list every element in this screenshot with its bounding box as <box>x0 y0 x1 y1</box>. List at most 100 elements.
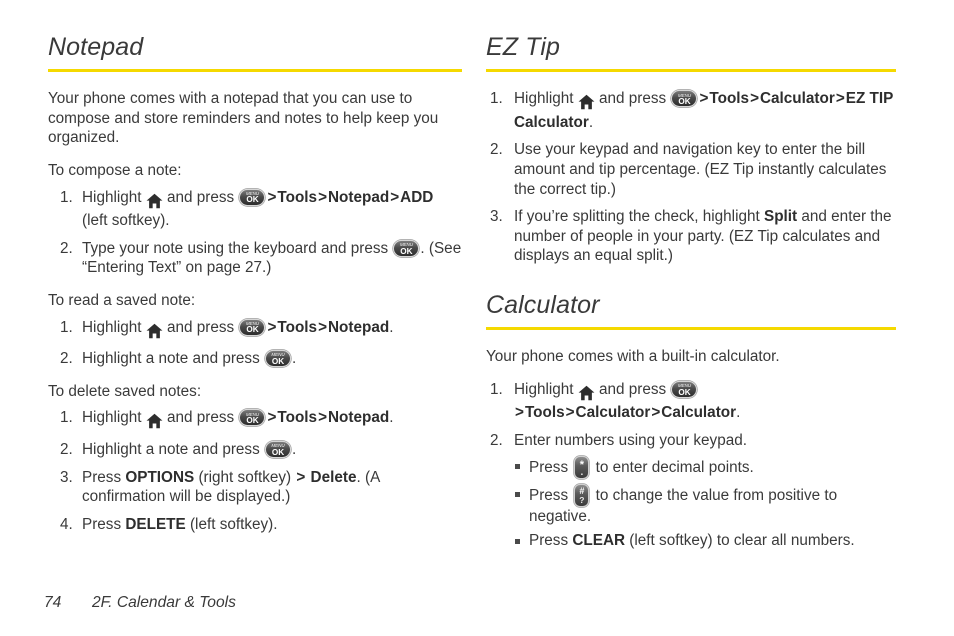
menu-separator: > <box>699 90 709 108</box>
text-run: (right softkey) <box>194 468 296 486</box>
text-run: . <box>588 113 594 131</box>
sub-list-item: Press CLEAR (left softkey) to clear all … <box>514 531 896 551</box>
page-title-ez-tip: EZ Tip <box>486 33 561 61</box>
text-run: Highlight <box>514 90 578 108</box>
list-item: Highlight and press MENU OK >Tools>Notepad… <box>48 188 462 231</box>
text-run: Highlight <box>82 188 146 206</box>
menu-ok-key-bottom-label: OK <box>400 246 413 256</box>
list-item: If you’re splitting the check, highlight… <box>486 207 896 266</box>
menu-ok-key-icon: MENU OK <box>264 350 291 368</box>
list-item: Highlight and press MENU OK >Tools>Calcula… <box>486 380 896 423</box>
text-run: Press <box>82 515 126 533</box>
emphasis-term: Delete <box>310 468 357 486</box>
emphasis-term: CLEAR <box>572 532 626 550</box>
emphasis-term: ADD <box>400 188 434 206</box>
menu-separator: > <box>318 188 327 206</box>
ez-tip-steps-list: Highlight and press MENU OK >Tools>Calcula… <box>486 89 896 266</box>
text-run: (left softkey) to clear all numbers. <box>625 532 855 550</box>
calculator-steps-list: Highlight and press MENU OK >Tools>Calcula… <box>486 380 896 551</box>
menu-ok-key-bottom-label: OK <box>246 195 259 205</box>
star-key-icon: *. <box>574 455 590 479</box>
text-run: Press <box>529 486 573 504</box>
page-title-calculator: Calculator <box>486 291 600 319</box>
menu-ok-key-icon: MENU OK <box>264 440 291 458</box>
text-run: . <box>736 404 741 422</box>
menu-ok-key-bottom-label: OK <box>246 416 259 426</box>
text-run: (left softkey). <box>82 212 170 230</box>
list-item: Highlight a note and press MENU OK. <box>48 440 462 460</box>
text-run: If you’re splitting the check, highlight <box>514 208 764 226</box>
list-item: Enter numbers using your keypad. Press *.… <box>486 431 896 551</box>
menu-ok-key-bottom-label: OK <box>678 387 691 397</box>
text-run: . <box>389 409 394 427</box>
read-lead-in: To read a saved note: <box>48 292 196 309</box>
emphasis-term: Tools <box>277 188 318 206</box>
menu-separator: > <box>390 188 400 206</box>
text-run: . <box>291 350 297 368</box>
menu-separator: > <box>318 318 327 336</box>
emphasis-term: Tools <box>524 404 565 422</box>
menu-ok-key-icon: MENU OK <box>239 409 266 427</box>
emphasis-term: Notepad <box>328 318 390 336</box>
menu-ok-key-bottom-label: OK <box>246 325 259 335</box>
list-item: Type your note using the keyboard and pr… <box>48 239 462 278</box>
page-title-notepad: Notepad <box>48 33 144 61</box>
menu-separator: > <box>267 318 277 336</box>
menu-separator: > <box>651 404 661 422</box>
emphasis-term: Tools <box>277 409 318 427</box>
emphasis-term: Notepad <box>328 188 390 206</box>
emphasis-term: Calculator <box>575 404 651 422</box>
emphasis-term: Tools <box>709 90 750 108</box>
menu-ok-key-icon: MENU OK <box>239 318 266 336</box>
text-run: Highlight a note and press <box>82 440 264 458</box>
list-item: Highlight and press MENU OK >Tools>Notepad… <box>48 318 462 342</box>
text-run: Highlight a note and press <box>82 350 264 368</box>
menu-ok-key-icon: MENU OK <box>393 239 420 257</box>
pound-key-bottom-label: ? <box>579 495 585 506</box>
menu-separator: > <box>835 90 845 108</box>
read-steps-list: Highlight and press MENU OK >Tools>Notepad… <box>48 318 462 369</box>
menu-separator: > <box>267 188 277 206</box>
menu-ok-key-icon: MENU OK <box>239 188 266 206</box>
text-run: Press <box>529 458 573 476</box>
text-run: and press <box>162 318 239 336</box>
home-icon <box>578 93 595 113</box>
right-column: EZ Tip Highlight and press MENU OK >Tools>… <box>486 34 896 564</box>
manual-page: Notepad Your phone comes with a notepad … <box>0 0 954 636</box>
accent-rule-notepad <box>48 69 462 73</box>
menu-separator: > <box>515 404 524 422</box>
menu-separator: > <box>318 409 327 427</box>
sub-list-item: Press *. to enter decimal points. <box>514 455 896 479</box>
emphasis-term: Calculator <box>661 404 737 422</box>
text-run: Press <box>82 468 126 486</box>
sub-bullet-list: Press *. to enter decimal points. Press #… <box>514 455 896 551</box>
emphasis-term: DELETE <box>125 515 186 533</box>
text-run: . <box>389 318 394 336</box>
compose-lead-in: To compose a note: <box>48 162 182 180</box>
menu-separator: > <box>267 409 277 427</box>
footer-page-number: 74 <box>44 594 62 611</box>
emphasis-term: Notepad <box>328 409 390 427</box>
text-run: and press <box>162 409 239 427</box>
list-item: Highlight and press MENU OK >Tools>Calcula… <box>486 89 896 132</box>
calculator-intro-text: Your phone comes with a built-in calcula… <box>486 348 780 366</box>
home-icon <box>146 192 163 212</box>
text-run: Highlight <box>82 318 146 336</box>
emphasis-term: Split <box>764 208 798 226</box>
emphasis-term: Calculator <box>760 90 835 108</box>
text-run: (left softkey). <box>185 515 278 533</box>
pound-key-icon: #? <box>574 483 590 507</box>
footer-chapter-title: 2F. Calendar & Tools <box>92 594 236 611</box>
menu-ok-key-icon: MENU OK <box>671 90 698 108</box>
home-icon <box>578 384 595 404</box>
list-item: Highlight and press MENU OK >Tools>Notepad… <box>48 408 462 432</box>
menu-ok-key-bottom-label: OK <box>678 97 691 107</box>
list-item: Use your keypad and navigation key to en… <box>486 140 896 199</box>
compose-steps-list: Highlight and press MENU OK >Tools>Notepad… <box>48 188 462 278</box>
accent-rule-calculator <box>486 327 896 331</box>
star-key-bottom-label: . <box>580 466 584 478</box>
text-run: Highlight <box>82 409 146 427</box>
page-footer: 74 2F. Calendar & Tools <box>44 594 236 612</box>
text-run: Press <box>529 532 573 550</box>
menu-separator: > <box>296 468 306 486</box>
